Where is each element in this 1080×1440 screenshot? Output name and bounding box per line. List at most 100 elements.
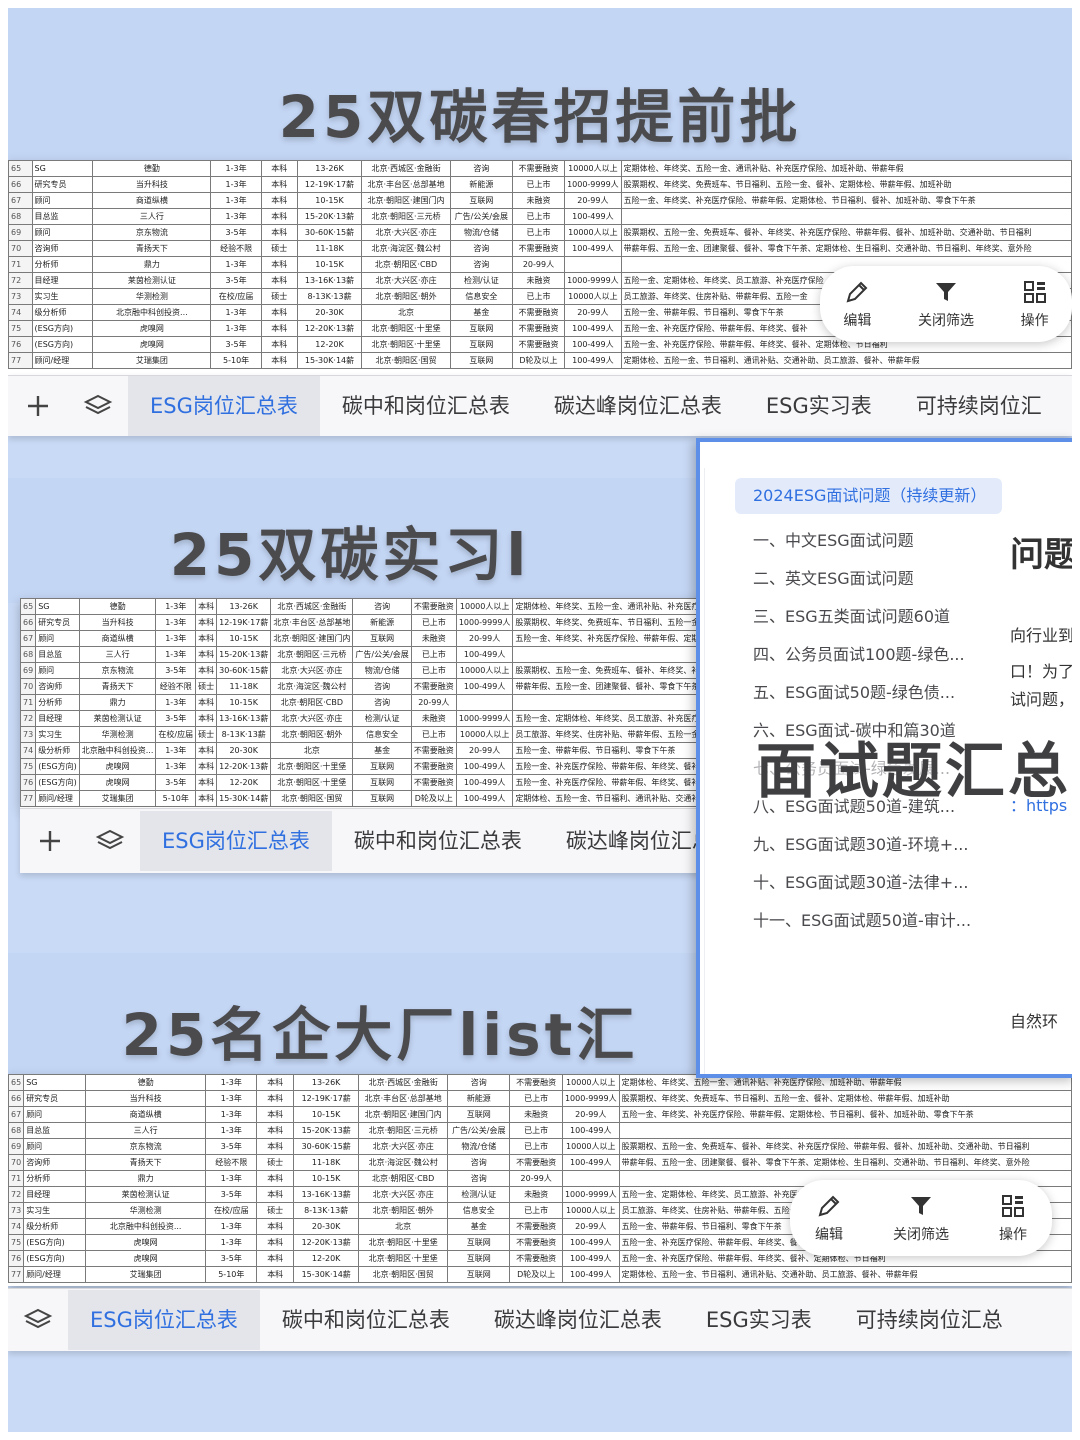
table-cell[interactable]: 1-3年 xyxy=(205,1106,258,1123)
table-cell[interactable]: 100-499人 xyxy=(455,646,514,663)
table-cell[interactable]: 100-499人 xyxy=(455,774,514,791)
table-cell[interactable]: 13-26K xyxy=(216,598,272,615)
table-cell[interactable]: 100-499人 xyxy=(564,352,622,369)
table-cell[interactable]: 定期体检、年终奖、五险一金、通讯补贴、补充医疗保险、加班补助、带薪年假 xyxy=(620,160,1072,177)
table-cell[interactable]: 鼎力 xyxy=(84,1170,207,1187)
table-cell[interactable]: 不需要融资 xyxy=(410,598,457,615)
table-cell[interactable]: 本科 xyxy=(195,758,218,775)
table-cell[interactable]: 不需要融资 xyxy=(410,678,457,695)
outline-item[interactable]: 九、ESG面试题30道-环境+... xyxy=(705,826,1010,864)
outline-item[interactable]: 三、ESG五类面试问题60道 xyxy=(705,598,1010,636)
table-cell[interactable]: 商道纵横 xyxy=(92,192,212,209)
table-cell[interactable]: 京东物流 xyxy=(78,662,157,679)
table-cell[interactable]: 100-499人 xyxy=(564,208,622,225)
table-cell[interactable]: 1-3年 xyxy=(155,630,197,647)
table-cell[interactable]: 本科 xyxy=(256,1138,295,1155)
table-cell[interactable]: 1-3年 xyxy=(205,1122,258,1139)
table-cell[interactable]: 北京·朝阳区·十里堡 xyxy=(358,1250,449,1267)
table-cell[interactable]: 11-18K xyxy=(293,1154,360,1171)
table-cell[interactable]: 互联网 xyxy=(447,1234,511,1251)
table-cell[interactable]: 20-99人 xyxy=(455,742,514,759)
sheet-list-button[interactable] xyxy=(80,811,140,871)
table-cell[interactable]: 北京·朝阳区·三元桥 xyxy=(361,208,451,225)
table-cell[interactable]: 新能源 xyxy=(352,614,412,631)
table-cell[interactable]: 顾问 xyxy=(31,192,94,209)
table-cell[interactable]: 虎嗅网 xyxy=(92,336,212,353)
table-cell[interactable]: 物流/仓储 xyxy=(352,662,412,679)
sheet-tab[interactable]: ESG实习表 xyxy=(684,1290,834,1350)
table-cell[interactable]: 物流/仓储 xyxy=(449,224,513,241)
table-cell[interactable]: 100-499人 xyxy=(561,1250,620,1267)
add-sheet-button[interactable] xyxy=(8,376,68,436)
table-cell[interactable]: SG xyxy=(23,1074,86,1091)
table-cell[interactable]: 10000人以上 xyxy=(561,1138,620,1155)
table-cell[interactable]: 3-5年 xyxy=(205,1186,258,1203)
table-cell[interactable]: 商道纵横 xyxy=(78,630,157,647)
table-cell[interactable]: 不需要融资 xyxy=(509,1250,563,1267)
table-row[interactable]: 65 SG 德勤 1-3年 本科 13-26K 北京·西城区·金融街 咨询 不需要融资 10000… xyxy=(8,160,1072,177)
table-cell[interactable]: 京东物流 xyxy=(84,1138,207,1155)
table-cell[interactable]: 已上市 xyxy=(511,176,566,193)
table-cell[interactable]: 新能源 xyxy=(447,1090,511,1107)
table-cell[interactable]: 莱茵检测认证 xyxy=(84,1186,207,1203)
table-cell[interactable]: 本科 xyxy=(195,774,218,791)
table-cell[interactable]: 本科 xyxy=(195,662,218,679)
table-cell[interactable]: 咨询师 xyxy=(35,678,80,695)
table-cell[interactable] xyxy=(561,1170,620,1187)
table-row[interactable]: 67 顾问 商道纵横 1-3年 本科 10-15K 北京·朝阳区·建国门内 互联网 未融资 20-… xyxy=(8,192,1072,209)
table-cell[interactable]: 信息安全 xyxy=(449,288,513,305)
table-row[interactable]: 76 (ESG方向) 虎嗅网 3-5年 本科 12-20K 北京·朝阳区·十里堡 互联网 不需要… xyxy=(20,774,710,791)
table-row[interactable]: 66 研究专员 当升科技 1-3年 本科 12-19K·17薪 北京·丰台区·总部基地 新能源… xyxy=(8,1090,1072,1107)
table-cell[interactable]: 1-3年 xyxy=(210,304,262,321)
table-cell[interactable]: 目经理 xyxy=(35,710,80,727)
table-cell[interactable]: 12-20K·13薪 xyxy=(293,1234,360,1251)
table-cell[interactable]: 德勤 xyxy=(92,160,212,177)
table-cell[interactable]: D轮及以上 xyxy=(511,352,566,369)
table-row[interactable]: 69 顾问 京东物流 3-5年 本科 30-60K·15薪 北京·大兴区·亦庄 物流/仓储 已上… xyxy=(8,224,1072,241)
table-row[interactable]: 67 顾问 商道纵横 1-3年 本科 10-15K 北京·朝阳区·建国门内 互联网 未融资 20-… xyxy=(20,630,710,647)
table-cell[interactable] xyxy=(512,646,710,663)
table-row[interactable]: 71 分析师 鼎力 1-3年 本科 10-15K 北京·朝阳区·CBD 咨询 20-99人 xyxy=(20,694,710,711)
table-cell[interactable]: 本科 xyxy=(256,1106,295,1123)
table-cell[interactable]: 11-18K xyxy=(216,678,272,695)
table-cell[interactable]: 五险一金、年终奖、补充医疗保险、带薪年假、定期体检、节日福利、餐补、加班补助、零… xyxy=(618,1106,1072,1123)
table-cell[interactable]: 青扬天下 xyxy=(78,678,157,695)
table-row[interactable]: 67 顾问 商道纵横 1-3年 本科 10-15K 北京·朝阳区·建国门内 互联网 未融资 20-… xyxy=(8,1106,1072,1123)
table-cell[interactable]: 3-5年 xyxy=(205,1138,258,1155)
table-cell[interactable]: 8-13K·13薪 xyxy=(216,726,272,743)
table-cell[interactable]: 不需要融资 xyxy=(511,240,566,257)
table-cell[interactable]: 13-16K·13薪 xyxy=(293,1186,360,1203)
table-cell[interactable]: 8-13K·13薪 xyxy=(293,1202,360,1219)
table-cell[interactable]: 经验不限 xyxy=(205,1154,258,1171)
table-cell[interactable]: 1-3年 xyxy=(205,1090,258,1107)
table-cell[interactable]: 顾问 xyxy=(35,630,80,647)
table-cell[interactable] xyxy=(618,1122,1072,1139)
table-cell[interactable]: 本科 xyxy=(260,336,298,353)
table-cell[interactable]: 1000-9999人 xyxy=(561,1186,620,1203)
table-cell[interactable]: 在校/应届 xyxy=(155,726,197,743)
table-cell[interactable]: 五险一金、补充医疗保险、带薪年假、年终奖、餐补 xyxy=(512,758,710,775)
sheet-tab[interactable]: 碳达峰岗位汇总表 xyxy=(544,811,710,871)
table-cell[interactable]: 1-3年 xyxy=(210,256,262,273)
table-cell[interactable]: 北京·丰台区·总部基地 xyxy=(361,176,451,193)
table-cell[interactable]: 北京·朝阳区·十里堡 xyxy=(270,774,354,791)
table-cell[interactable]: SG xyxy=(31,160,94,177)
table-cell[interactable]: 顾问 xyxy=(35,662,80,679)
table-cell[interactable]: 3-5年 xyxy=(205,1250,258,1267)
table-cell[interactable]: 12-20K xyxy=(293,1250,360,1267)
table-cell[interactable]: 1-3年 xyxy=(210,176,262,193)
outline-title[interactable]: 2024ESG面试问题（持续更新） xyxy=(735,478,1002,514)
table-cell[interactable]: 1-3年 xyxy=(210,208,262,225)
table-cell[interactable]: 1-3年 xyxy=(155,742,197,759)
table-cell[interactable]: 经验不限 xyxy=(210,240,262,257)
table-cell[interactable]: 1-3年 xyxy=(155,694,197,711)
table-cell[interactable]: 基金 xyxy=(352,742,412,759)
outline-item[interactable]: 一、中文ESG面试问题 xyxy=(705,522,1010,560)
table-cell[interactable]: 1000-9999人 xyxy=(455,614,514,631)
table-cell[interactable]: 已上市 xyxy=(410,726,457,743)
table-cell[interactable]: 莱茵检测认证 xyxy=(92,272,212,289)
table-cell[interactable]: 在校/应届 xyxy=(210,288,262,305)
table-cell[interactable]: (ESG方向) xyxy=(23,1234,86,1251)
table-cell[interactable]: 本科 xyxy=(256,1186,295,1203)
table-cell[interactable]: 股票期权、年终奖、免费班车、节日福利、五险一金、餐补、定期体检、带薪年假、加班补… xyxy=(620,176,1072,193)
